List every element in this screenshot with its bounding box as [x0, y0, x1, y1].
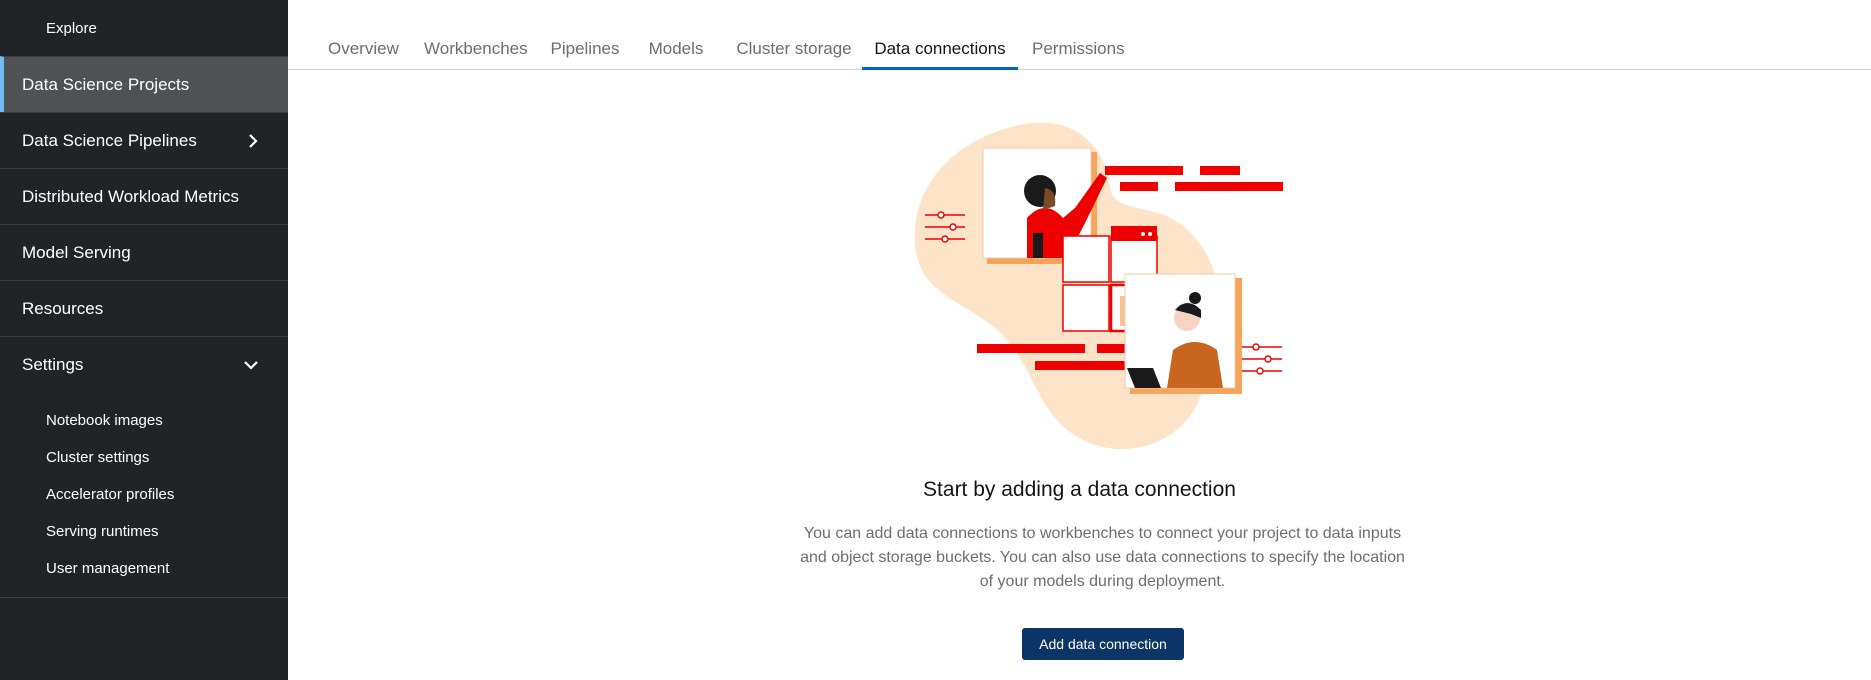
tab-permissions[interactable]: Permissions: [1032, 26, 1125, 69]
sidebar-item-label: Settings: [22, 355, 84, 374]
add-data-connection-button[interactable]: Add data connection: [1022, 628, 1184, 660]
sidebar-item-label: Accelerator profiles: [46, 486, 175, 503]
empty-state-title: Start by adding a data connection: [923, 478, 1236, 501]
sidebar-item-accelerator-profiles[interactable]: Accelerator profiles: [0, 476, 288, 513]
sidebar-item-resources[interactable]: Resources: [0, 280, 288, 336]
tab-pipelines[interactable]: Pipelines: [550, 26, 620, 69]
tab-label: Permissions: [1032, 39, 1125, 58]
tab-workbenches[interactable]: Workbenches: [424, 26, 528, 69]
sidebar-item-settings[interactable]: Settings: [0, 336, 288, 392]
sidebar-item-cluster-settings[interactable]: Cluster settings: [0, 439, 288, 476]
sidebar-item-label: Cluster settings: [46, 449, 150, 466]
data-connection-illustration: [914, 122, 1283, 450]
tab-label: Data connections: [874, 39, 1006, 58]
sidebar-item-label: Distributed Workload Metrics: [22, 187, 239, 206]
sidebar-item-label: Explore: [46, 20, 97, 37]
tab-label: Workbenches: [424, 39, 528, 58]
sidebar-item-distributed-workload-metrics[interactable]: Distributed Workload Metrics: [0, 168, 288, 224]
tab-cluster-storage[interactable]: Cluster storage: [734, 26, 854, 69]
sidebar-item-serving-runtimes[interactable]: Serving runtimes: [0, 513, 288, 550]
sidebar-item-data-science-projects[interactable]: Data Science Projects: [0, 56, 288, 112]
sidebar-nav: Explore Data Science Projects Data Scien…: [0, 0, 288, 680]
sidebar-item-label: User management: [46, 560, 170, 577]
sidebar-item-label: Serving runtimes: [46, 523, 159, 540]
settings-submenu: Notebook images Cluster settings Acceler…: [0, 392, 288, 598]
person-laptop-image: [1124, 273, 1242, 394]
sidebar-item-label: Data Science Projects: [22, 75, 190, 94]
tab-label: Models: [648, 39, 704, 58]
chevron-right-icon: [248, 113, 258, 169]
sidebar-item-label: Data Science Pipelines: [22, 131, 197, 150]
sidebar-item-user-management[interactable]: User management: [0, 550, 288, 587]
tab-label: Cluster storage: [736, 39, 852, 58]
sidebar-item-data-science-pipelines[interactable]: Data Science Pipelines: [0, 112, 288, 168]
sidebar-item-notebook-images[interactable]: Notebook images: [0, 402, 288, 439]
sliders-icon: [1242, 343, 1282, 375]
tab-label: Pipelines: [550, 39, 620, 58]
chevron-down-icon: [244, 337, 258, 393]
sidebar-item-model-serving[interactable]: Model Serving: [0, 224, 288, 280]
empty-state-body: You can add data connections to workbenc…: [800, 525, 1405, 590]
sidebar-item-label: Model Serving: [22, 243, 131, 262]
project-tabs: Overview Workbenches Pipelines Models Cl…: [288, 0, 1871, 70]
sidebar-item-label: Notebook images: [46, 412, 163, 429]
sidebar-item-label: Resources: [22, 299, 104, 318]
tab-overview[interactable]: Overview: [328, 26, 399, 69]
sidebar-item-explore[interactable]: Explore: [0, 0, 288, 56]
tab-label: Overview: [328, 39, 399, 58]
tab-models[interactable]: Models: [646, 26, 706, 69]
tab-data-connections[interactable]: Data connections: [862, 26, 1018, 70]
